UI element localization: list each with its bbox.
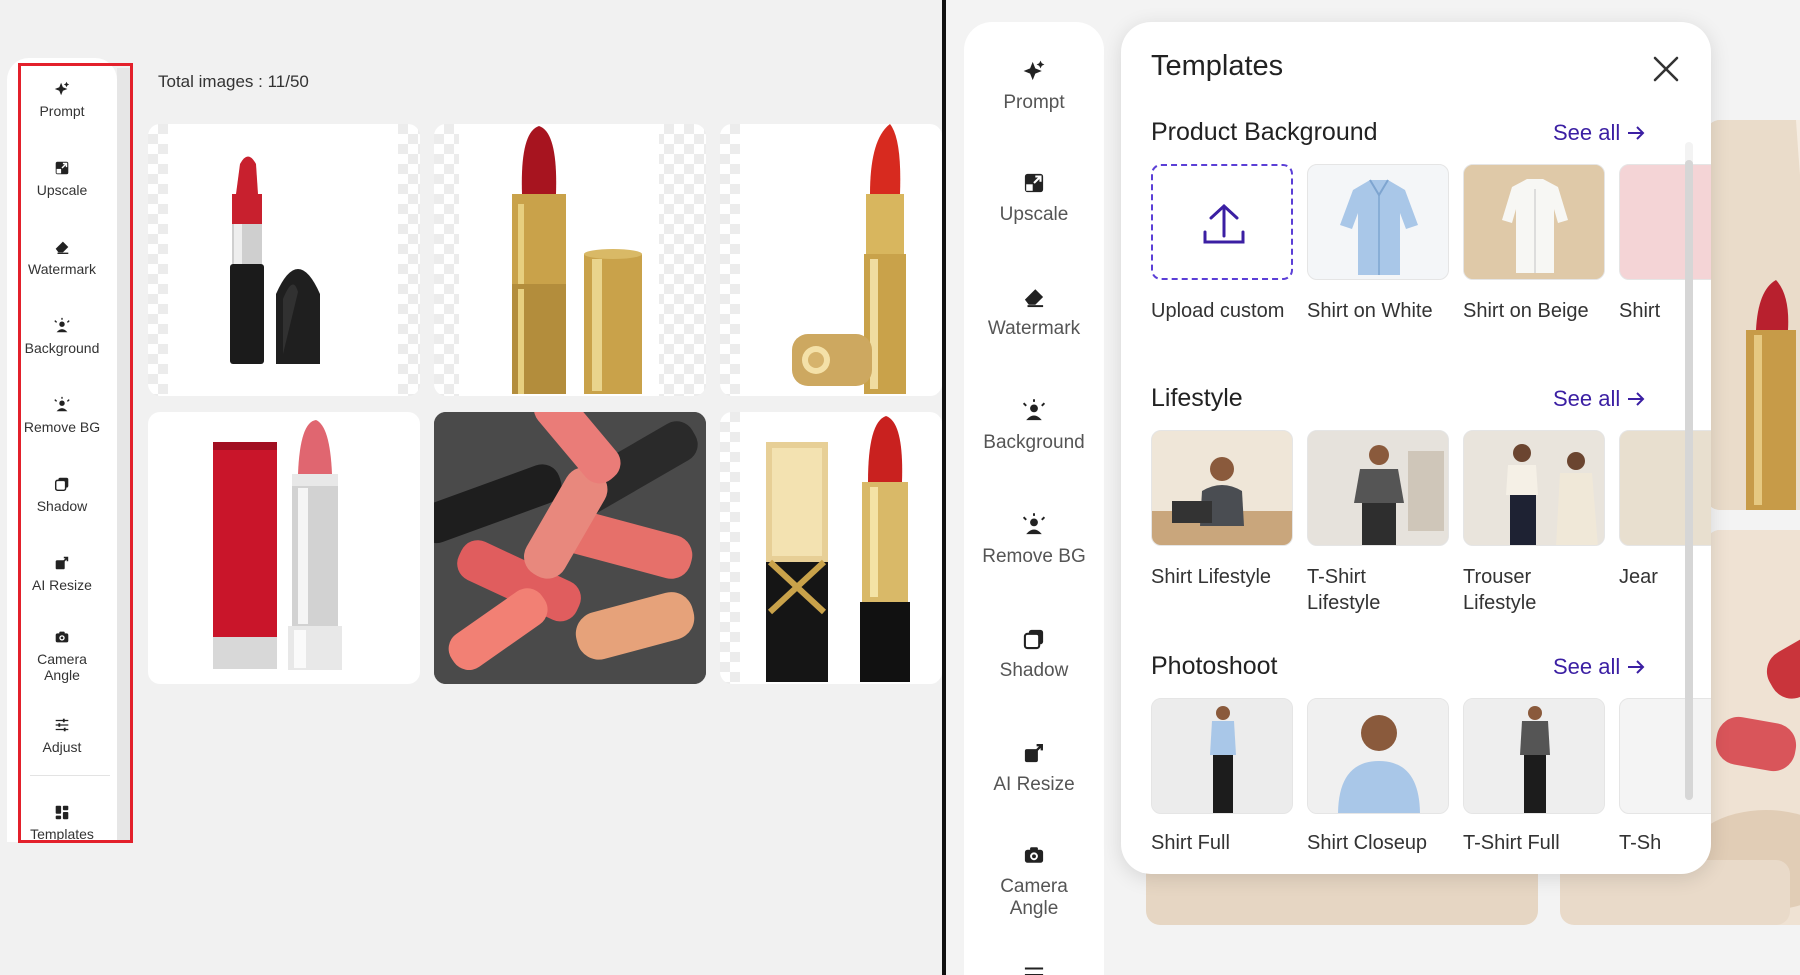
lifestyle-image bbox=[1308, 431, 1448, 545]
template-label: Shirt bbox=[1619, 300, 1661, 322]
left-panel: Prompt Upscale Watermark Background Remo… bbox=[0, 0, 942, 975]
template-label: T-Sh bbox=[1619, 832, 1662, 854]
upload-icon bbox=[1203, 203, 1245, 244]
template-thumb[interactable] bbox=[1619, 430, 1711, 546]
sidebar-item-watermark[interactable]: Watermark bbox=[964, 284, 1104, 340]
lipstick-image bbox=[459, 124, 659, 396]
upscale-icon bbox=[1024, 173, 1044, 193]
sidebar-item-remove-bg[interactable]: Remove BG bbox=[964, 512, 1104, 568]
photoshoot-image bbox=[1152, 699, 1292, 813]
sidebar-item-label: Camera Angle bbox=[1000, 876, 1068, 919]
template-label: Shirt Full bbox=[1151, 832, 1230, 854]
template-thumb[interactable] bbox=[1463, 698, 1605, 814]
lipstick-image bbox=[434, 412, 706, 684]
sidebar-item-background[interactable]: Background bbox=[964, 398, 1104, 454]
sidebar-item-label: Prompt bbox=[1003, 92, 1065, 113]
template-label: Upload custom bbox=[1151, 300, 1285, 322]
template-thumb[interactable] bbox=[1463, 430, 1605, 546]
camera-icon bbox=[1024, 847, 1044, 863]
template-label: Jear bbox=[1619, 566, 1658, 588]
shirt-image bbox=[1464, 165, 1604, 279]
sliders-icon bbox=[1024, 967, 1044, 975]
template-label: Shirt Closeup bbox=[1307, 832, 1428, 854]
section-title: Product Background bbox=[1151, 118, 1378, 146]
lipstick-image bbox=[168, 124, 398, 396]
see-all-label: See all bbox=[1553, 120, 1621, 145]
sidebar-item-label: Remove BG bbox=[982, 546, 1086, 567]
image-card[interactable] bbox=[148, 412, 420, 684]
shirt-image bbox=[1340, 179, 1418, 275]
highlight-box bbox=[18, 63, 133, 843]
template-label: Shirt Lifestyle bbox=[1151, 566, 1272, 588]
total-images-count: Total images : 11/50 bbox=[158, 72, 309, 91]
see-all-label: See all bbox=[1553, 386, 1621, 411]
template-thumb[interactable] bbox=[1619, 164, 1711, 280]
sidebar-item-label: Watermark bbox=[987, 318, 1081, 339]
section-title: Photoshoot bbox=[1151, 652, 1278, 680]
lifestyle-image bbox=[1464, 431, 1604, 545]
image-card[interactable] bbox=[434, 124, 706, 396]
template-label: Shirt on White bbox=[1307, 300, 1433, 322]
right-sidebar bbox=[964, 22, 1104, 975]
template-thumb[interactable] bbox=[1151, 430, 1293, 546]
close-icon[interactable] bbox=[1649, 52, 1683, 86]
remove-bg-icon bbox=[1022, 513, 1046, 535]
see-all-label: See all bbox=[1553, 654, 1621, 679]
scrollbar-thumb[interactable] bbox=[1685, 160, 1693, 800]
sidebar-item-ai-resize[interactable]: AI Resize bbox=[964, 740, 1104, 796]
arrow-right-icon bbox=[1628, 126, 1645, 140]
sidebar-item-prompt[interactable]: Prompt bbox=[964, 58, 1104, 114]
template-thumb[interactable] bbox=[1307, 164, 1449, 280]
template-label: Trouser Lifestyle bbox=[1463, 566, 1537, 614]
arrow-right-icon bbox=[1628, 660, 1645, 674]
right-panel: Prompt Upscale Watermark Background Remo… bbox=[946, 0, 1800, 975]
see-all-link[interactable]: See all bbox=[1553, 654, 1646, 680]
image-card[interactable] bbox=[434, 412, 706, 684]
sidebar-item-adjust[interactable] bbox=[964, 962, 1104, 975]
photoshoot-image bbox=[1308, 699, 1448, 813]
resize-icon bbox=[1024, 744, 1043, 763]
sidebar-item-camera-angle[interactable]: Camera Angle bbox=[964, 842, 1104, 920]
template-thumb[interactable] bbox=[1463, 164, 1605, 280]
lipstick-image bbox=[213, 420, 342, 670]
templates-title: Templates bbox=[1151, 50, 1284, 82]
background-image bbox=[1706, 120, 1800, 510]
sidebar-item-label: Shadow bbox=[999, 660, 1069, 681]
photoshoot-image bbox=[1464, 699, 1604, 813]
shadow-icon bbox=[1023, 629, 1044, 650]
arrow-right-icon bbox=[1628, 392, 1645, 406]
image-card[interactable] bbox=[720, 412, 942, 684]
template-label: T-Shirt Lifestyle bbox=[1307, 566, 1381, 614]
templates-panel: Templates Product Background See all Upl… bbox=[1121, 22, 1711, 874]
lifestyle-image bbox=[1152, 431, 1292, 545]
sidebar-item-shadow[interactable]: Shadow bbox=[964, 626, 1104, 682]
image-card[interactable] bbox=[148, 124, 420, 396]
template-label: Shirt on Beige bbox=[1463, 300, 1589, 322]
sidebar-item-label: Background bbox=[983, 432, 1085, 453]
background-icon bbox=[1022, 399, 1046, 421]
eraser-icon bbox=[1024, 289, 1044, 308]
template-thumb[interactable] bbox=[1307, 430, 1449, 546]
lipstick-image bbox=[740, 412, 942, 684]
sidebar-item-label: Upscale bbox=[999, 204, 1069, 225]
section-title: Lifestyle bbox=[1151, 384, 1243, 412]
template-label: T-Shirt Full bbox=[1463, 832, 1560, 854]
template-thumb[interactable] bbox=[1307, 698, 1449, 814]
see-all-link[interactable]: See all bbox=[1553, 120, 1646, 146]
lipstick-image bbox=[740, 124, 942, 396]
upload-custom-card[interactable] bbox=[1151, 164, 1293, 280]
template-thumb[interactable] bbox=[1619, 698, 1711, 814]
sidebar-item-label: AI Resize bbox=[993, 774, 1075, 795]
image-card[interactable] bbox=[720, 124, 942, 396]
see-all-link[interactable]: See all bbox=[1553, 386, 1646, 412]
template-thumb[interactable] bbox=[1151, 698, 1293, 814]
sparkle-icon bbox=[1023, 60, 1045, 81]
sidebar-item-upscale[interactable]: Upscale bbox=[964, 170, 1104, 226]
